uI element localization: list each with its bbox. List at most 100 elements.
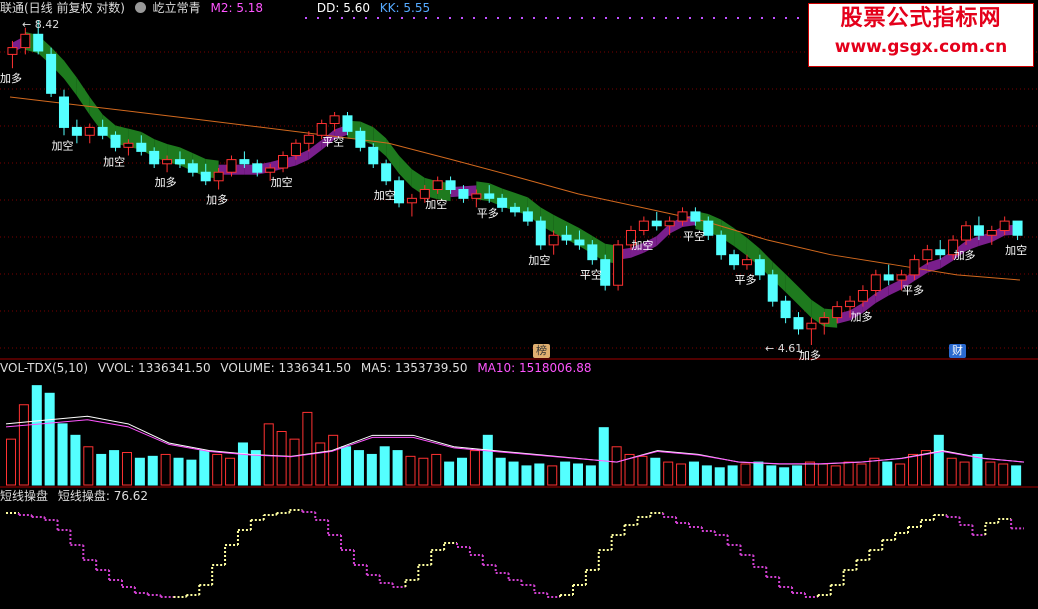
- volume-bar: [212, 453, 223, 486]
- candle-body: [522, 211, 533, 222]
- stock-chart-canvas[interactable]: 加多加空加空加多加多加空平空加空加空平多加空平空加空平空平多加多加多平多加多 加空…: [0, 0, 1038, 609]
- candle-body: [406, 197, 417, 204]
- volume-bar: [908, 453, 919, 486]
- candle-body: [290, 142, 301, 156]
- top-signal-dot: [437, 17, 439, 19]
- candle-body: [729, 254, 740, 266]
- candle-body: [1012, 220, 1023, 236]
- top-signal-dot: [581, 17, 583, 19]
- candle-body: [548, 234, 559, 246]
- volume-bar: [353, 450, 364, 486]
- candle-body: [922, 249, 933, 261]
- volume-bar: [96, 453, 107, 486]
- volume-bar: [328, 434, 339, 486]
- volume-bar: [843, 461, 854, 486]
- volume-bar: [199, 450, 210, 486]
- oscillator-value: 短线操盘: 76.62: [57, 489, 149, 503]
- volume-bar: [920, 450, 931, 486]
- volume-bar: [482, 434, 493, 486]
- volume-bar: [701, 465, 712, 486]
- volume-header: VOL-TDX(5,10) VVOL: 1336341.50 VOLUME: 1…: [0, 360, 598, 376]
- volume-bar: [727, 465, 738, 486]
- signal-label: 加空: [425, 197, 447, 211]
- signal-label: 加空: [528, 253, 550, 267]
- candle-body: [381, 163, 392, 182]
- signal-label: 加多: [799, 348, 821, 362]
- candle-body: [226, 159, 237, 173]
- candle-body: [187, 163, 198, 173]
- volume-bar: [804, 461, 815, 486]
- oscillator-header: 短线操盘 短线操盘: 76.62: [0, 488, 154, 504]
- volume-bar: [676, 463, 687, 486]
- top-signal-dot: [341, 17, 343, 19]
- volume-bar: [766, 465, 777, 486]
- top-signal-dot: [413, 17, 415, 19]
- volume-bar: [31, 385, 42, 486]
- indicator-name: 屹立常青: [152, 1, 201, 15]
- m2-value: M2: 5.18: [210, 1, 264, 15]
- volume-bar: [933, 434, 944, 486]
- volume-bar: [6, 438, 17, 486]
- high-price-label: ← 8.42: [22, 18, 59, 31]
- volume-bar: [263, 423, 274, 486]
- top-signal-dot: [773, 17, 775, 19]
- candle-body: [110, 134, 121, 148]
- top-signal-dot: [797, 17, 799, 19]
- volume-bar: [714, 467, 725, 486]
- ribbon-segment: [76, 77, 90, 115]
- candle-body: [561, 234, 572, 241]
- top-signal-dot: [569, 17, 571, 19]
- candle-body: [935, 249, 946, 256]
- top-signal-dot: [389, 17, 391, 19]
- candle-body: [677, 211, 688, 222]
- watermark: 股票公式指标网 www.gsgx.com.cn: [808, 3, 1034, 67]
- volume-bar: [650, 457, 661, 486]
- signal-label: 平空: [580, 268, 602, 282]
- candle-body: [999, 220, 1010, 231]
- candle-body: [883, 274, 894, 281]
- top-signal-dot: [533, 17, 535, 19]
- top-signal-dot: [509, 17, 511, 19]
- top-signal-dot: [593, 17, 595, 19]
- candle-body: [71, 126, 82, 136]
- top-signal-dot: [749, 17, 751, 19]
- candle-body: [754, 259, 765, 276]
- oscillator-name: 短线操盘: [0, 489, 49, 503]
- candle-body: [97, 126, 108, 136]
- volume-bar: [134, 457, 145, 486]
- main-chart-header: 联通(日线 前复权 对数) 屹立常青 M2: 5.18 DD: 5.60 KK:…: [0, 0, 436, 16]
- signal-label: 加空: [103, 154, 125, 168]
- candle-body: [909, 259, 920, 276]
- signal-label: 加空: [271, 175, 293, 189]
- bang-tag[interactable]: 榜: [533, 344, 550, 358]
- volume-value: VOLUME: 1336341.50: [220, 361, 352, 375]
- volume-bar: [560, 461, 571, 486]
- top-signal-dot: [365, 17, 367, 19]
- volume-bar: [315, 442, 326, 486]
- chart-title[interactable]: 联通(日线 前复权 对数): [0, 1, 125, 15]
- candle-body: [535, 220, 546, 246]
- candle-body: [806, 322, 817, 330]
- candle-body: [213, 171, 224, 182]
- watermark-url: www.gsgx.com.cn: [834, 37, 1008, 57]
- volume-bar: [366, 453, 377, 486]
- top-signal-dot: [305, 17, 307, 19]
- volume-bar: [57, 423, 68, 486]
- volume-bar: [302, 411, 313, 486]
- top-signal-dot: [329, 17, 331, 19]
- top-signal-dot: [713, 17, 715, 19]
- candle-body: [664, 220, 675, 227]
- volume-bar: [946, 457, 957, 486]
- candle-body: [174, 159, 185, 165]
- volume-bar: [225, 457, 236, 486]
- candle-body: [136, 142, 147, 152]
- cai-tag[interactable]: 财: [949, 344, 966, 358]
- candle-body: [857, 290, 868, 302]
- volume-bar: [572, 463, 584, 486]
- top-signal-dot: [641, 17, 643, 19]
- dropdown-circle-icon[interactable]: [134, 2, 146, 13]
- candle-body: [638, 220, 649, 231]
- top-signal-dot: [629, 17, 631, 19]
- volume-bar: [740, 463, 751, 486]
- candle-body: [342, 115, 353, 132]
